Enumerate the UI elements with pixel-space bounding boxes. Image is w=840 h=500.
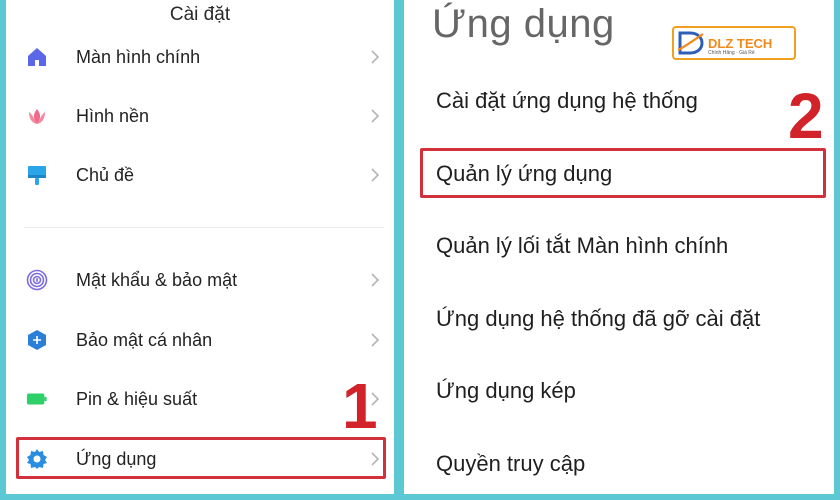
apps-item-home-shortcuts[interactable]: Quản lý lối tắt Màn hình chính bbox=[436, 233, 728, 259]
logo-mark-icon bbox=[677, 31, 704, 55]
settings-item-home-screen[interactable]: Màn hình chính bbox=[6, 37, 394, 77]
settings-item-label: Bảo mật cá nhân bbox=[76, 329, 213, 350]
settings-item-label: Màn hình chính bbox=[76, 46, 201, 67]
chevron-right-icon bbox=[371, 109, 380, 123]
chevron-right-icon bbox=[371, 273, 380, 287]
settings-item-password-security[interactable]: Mật khẩu & bảo mật bbox=[6, 260, 394, 300]
highlight-box-apps bbox=[16, 437, 386, 479]
flower-icon bbox=[26, 105, 48, 127]
settings-item-battery[interactable]: Pin & hiệu suất bbox=[6, 379, 394, 419]
shield-icon bbox=[26, 329, 48, 351]
settings-item-label: Hình nền bbox=[76, 105, 150, 126]
home-icon bbox=[26, 46, 48, 68]
apps-item-permissions[interactable]: Quyền truy cập bbox=[436, 451, 585, 477]
chevron-right-icon bbox=[371, 50, 380, 64]
chevron-right-icon bbox=[371, 168, 380, 182]
battery-icon bbox=[26, 388, 48, 410]
settings-item-theme[interactable]: Chủ đề bbox=[6, 155, 394, 195]
logo-text: DLZ TECH bbox=[708, 35, 773, 51]
settings-panel: Cài đặt Màn hình chính Hình nền Chủ đề M… bbox=[6, 0, 394, 494]
chevron-right-icon bbox=[371, 333, 380, 347]
settings-item-label: Pin & hiệu suất bbox=[76, 388, 198, 409]
step-number-1: 1 bbox=[342, 370, 378, 442]
apps-panel: Ứng dụng DLZ TECH Chính Hãng · Giá Rẻ Cà… bbox=[404, 0, 834, 494]
highlight-box-manage-apps bbox=[420, 148, 826, 198]
settings-item-wallpaper[interactable]: Hình nền bbox=[6, 96, 394, 136]
dlz-tech-logo: DLZ TECH Chính Hãng · Giá Rẻ bbox=[672, 26, 796, 60]
apps-item-dual-apps[interactable]: Ứng dụng kép bbox=[436, 378, 576, 404]
page-title: Cài đặt bbox=[169, 4, 231, 25]
step-number-2: 2 bbox=[788, 80, 824, 152]
logo-tagline: Chính Hãng · Giá Rẻ bbox=[708, 50, 755, 56]
settings-item-privacy[interactable]: Bảo mật cá nhân bbox=[6, 320, 394, 360]
page-title: Ứng dụng bbox=[432, 2, 615, 46]
settings-item-label: Chủ đề bbox=[76, 164, 135, 185]
fingerprint-icon bbox=[26, 269, 48, 291]
settings-item-label: Mật khẩu & bảo mật bbox=[76, 269, 238, 290]
brush-icon bbox=[26, 164, 48, 186]
apps-item-uninstalled-system-apps[interactable]: Ứng dụng hệ thống đã gỡ cài đặt bbox=[436, 306, 760, 332]
apps-item-system-app-settings[interactable]: Cài đặt ứng dụng hệ thống bbox=[436, 88, 698, 114]
section-divider bbox=[24, 227, 384, 228]
